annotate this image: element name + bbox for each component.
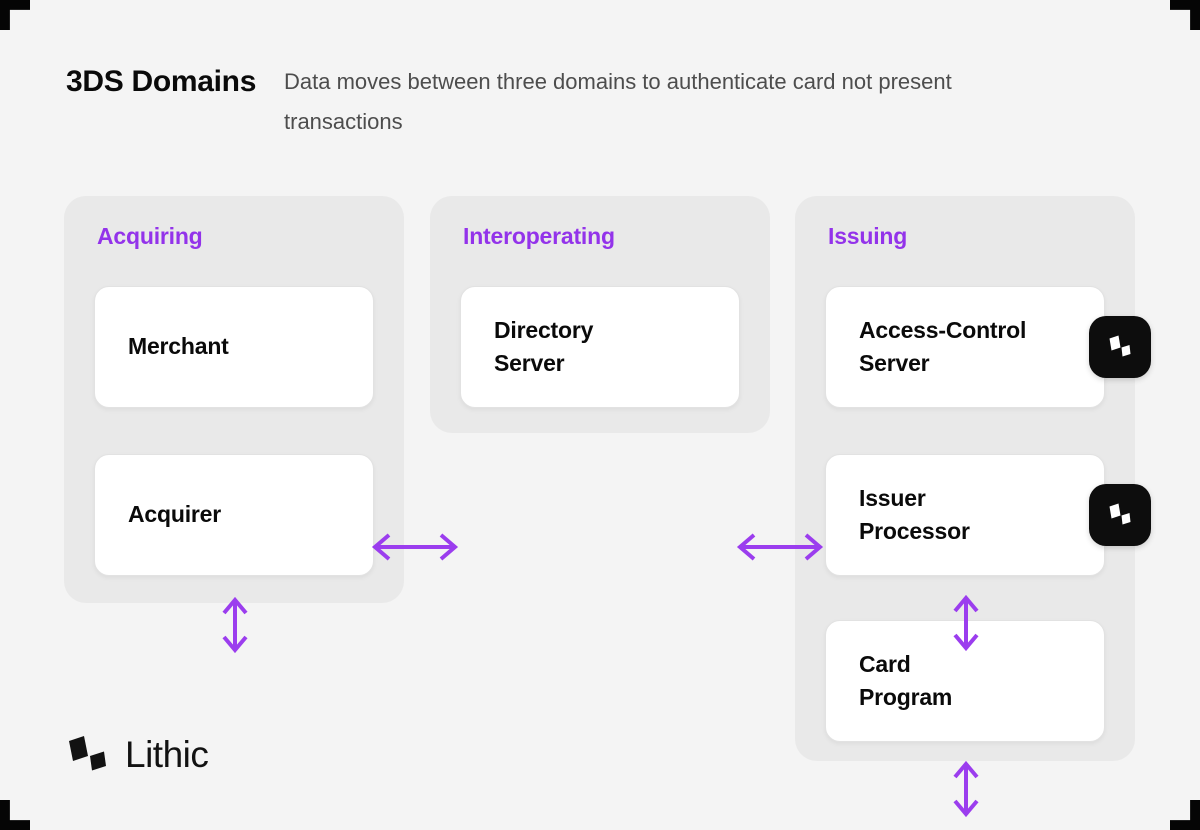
panel-title-issuing: Issuing (828, 223, 908, 249)
arrow-access-control-server-issuer-processor (947, 594, 985, 657)
arrow-merchant-acquirer (216, 596, 254, 659)
node-label: Acquirer (128, 501, 221, 528)
footer-brand: Lithic (66, 733, 209, 775)
lithic-badge-issuer-processor (1089, 484, 1151, 546)
lithic-badge-access-control-server (1089, 316, 1151, 378)
node-merchant[interactable]: Merchant (94, 286, 374, 408)
node-label: Card Program (859, 650, 953, 710)
corner-bracket-bottom-right (1170, 800, 1200, 830)
node-access-control-server[interactable]: Access-Control Server (825, 286, 1105, 408)
diagram-canvas: 3DS Domains Data moves between three dom… (0, 0, 1200, 830)
arrow-merchant-directory-server (371, 527, 459, 572)
corner-bracket-top-left (0, 0, 30, 30)
brand-name: Lithic (125, 733, 209, 775)
page-subtitle: Data moves between three domains to auth… (284, 69, 952, 135)
lithic-logo-icon (69, 736, 106, 771)
node-label: Issuer Processor (859, 484, 970, 544)
node-label: Access-Control Server (859, 316, 1027, 376)
node-label: Merchant (128, 333, 229, 360)
header: 3DS Domains Data moves between three dom… (66, 62, 1140, 142)
corner-bracket-bottom-left (0, 800, 30, 830)
lithic-logo-icon (1109, 335, 1131, 357)
panel-title-interoperating: Interoperating (463, 223, 615, 249)
node-directory-server[interactable]: Directory Server (460, 286, 740, 408)
page-title: 3DS Domains (66, 65, 257, 98)
arrow-issuer-processor-card-program (947, 760, 985, 823)
arrow-directory-server-access-control-server (736, 527, 824, 572)
lithic-logo-icon (1109, 503, 1131, 525)
node-issuer-processor[interactable]: Issuer Processor (825, 454, 1105, 576)
node-label: Directory Server (494, 316, 594, 376)
corner-bracket-top-right (1170, 0, 1200, 30)
panel-title-acquiring: Acquiring (97, 223, 203, 249)
node-acquirer[interactable]: Acquirer (94, 454, 374, 576)
